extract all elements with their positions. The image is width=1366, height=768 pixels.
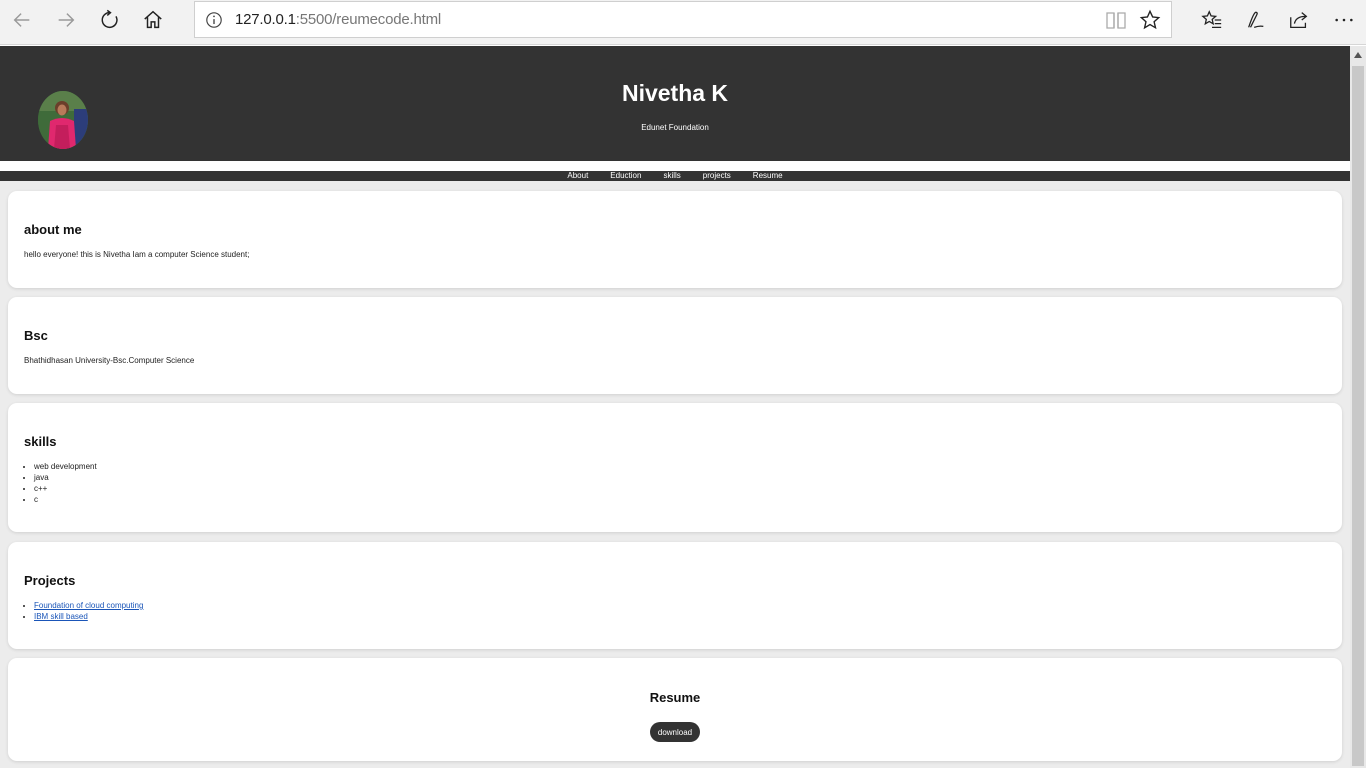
about-heading: about me (24, 222, 82, 237)
back-button[interactable] (6, 6, 38, 34)
download-button[interactable]: download (650, 722, 700, 742)
address-bar[interactable]: 127.0.0.1:5500/reumecode.html (194, 1, 1172, 38)
project-item: Foundation of cloud computing (34, 600, 143, 611)
favorites-button[interactable] (1198, 7, 1226, 33)
about-text: hello everyone! this is Nivetha Iam a co… (24, 250, 250, 259)
skill-item: c (34, 494, 97, 505)
favorite-star-icon[interactable] (1139, 9, 1161, 31)
pen-icon (1248, 11, 1264, 28)
site-header: Nivetha K Edunet Foundation (0, 46, 1350, 161)
site-subtitle: Edunet Foundation (641, 123, 709, 132)
url-path: :5500/reumecode.html (295, 11, 442, 28)
projects-heading: Projects (24, 573, 76, 588)
skills-list: web development java c++ c (34, 461, 97, 505)
site-info-icon[interactable] (205, 11, 223, 29)
browser-toolbar: 127.0.0.1:5500/reumecode.html (0, 0, 1366, 45)
project-link[interactable]: Foundation of cloud computing (34, 601, 143, 610)
education-section: Bsc Bhathidhasan University-Bsc.Computer… (8, 297, 1342, 394)
projects-section: Projects Foundation of cloud computing I… (8, 542, 1342, 649)
scrollbar-thumb[interactable] (1352, 66, 1364, 766)
nav-link-about[interactable]: About (556, 171, 599, 181)
resume-heading: Resume (649, 690, 701, 705)
url-text[interactable]: 127.0.0.1:5500/reumecode.html (235, 11, 441, 28)
education-heading: Bsc (24, 328, 48, 343)
skill-item: c++ (34, 483, 97, 494)
skill-item: java (34, 472, 97, 483)
project-item: IBM skill based (34, 611, 143, 622)
more-dots-icon (1335, 18, 1353, 22)
reading-view-icon[interactable] (1105, 10, 1127, 30)
skills-section: skills web development java c++ c (8, 403, 1342, 532)
education-text: Bhathidhasan University-Bsc.Computer Sci… (24, 356, 195, 365)
header-divider (0, 161, 1350, 171)
scroll-up-arrow-icon[interactable] (1354, 52, 1362, 58)
home-button[interactable] (137, 6, 169, 34)
about-section: about me hello everyone! this is Nivetha… (8, 191, 1342, 288)
forward-button[interactable] (50, 6, 82, 34)
share-icon (1290, 12, 1308, 28)
more-menu-button[interactable] (1330, 7, 1358, 33)
refresh-button[interactable] (94, 6, 126, 34)
refresh-icon (101, 9, 118, 29)
nav-link-resume[interactable]: Resume (742, 171, 794, 181)
site-title: Nivetha K (621, 80, 729, 106)
page-viewport: Nivetha K Edunet Foundation About Educti… (0, 46, 1350, 768)
share-button[interactable] (1285, 7, 1313, 33)
back-arrow-icon (13, 13, 30, 27)
forward-arrow-icon (58, 13, 75, 27)
nav-link-skills[interactable]: skills (652, 171, 691, 181)
nav-link-education[interactable]: Eduction (599, 171, 652, 181)
resume-section: Resume download (8, 658, 1342, 761)
skills-heading: skills (24, 434, 57, 449)
url-host: 127.0.0.1 (235, 11, 296, 28)
favorites-list-icon (1201, 10, 1222, 28)
project-link[interactable]: IBM skill based (34, 612, 88, 621)
nav-link-projects[interactable]: projects (692, 171, 742, 181)
page-scrollbar[interactable] (1350, 46, 1366, 768)
skill-item: web development (34, 461, 97, 472)
home-icon (144, 10, 162, 29)
projects-list: Foundation of cloud computing IBM skill … (34, 600, 143, 622)
main-nav: About Eduction skills projects Resume (0, 171, 1350, 181)
notes-button[interactable] (1242, 7, 1270, 33)
